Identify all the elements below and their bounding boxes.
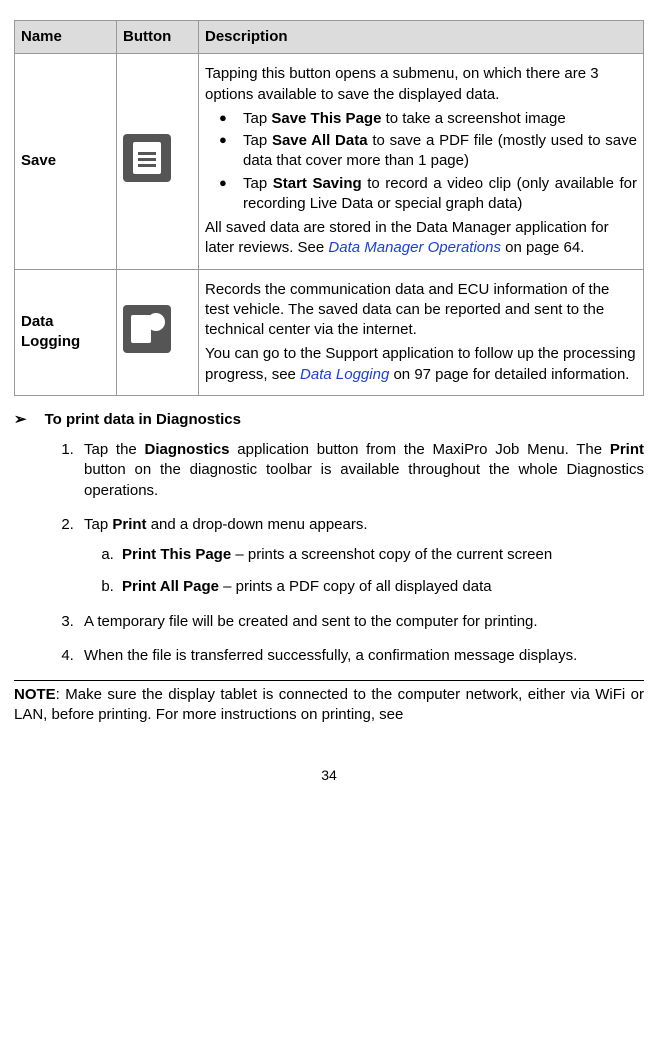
- divider: [14, 680, 644, 681]
- print-steps-list: Tap the Diagnostics application button f…: [14, 440, 644, 666]
- list-item: Tap Save All Data to save a PDF file (mo…: [205, 131, 637, 172]
- data-logging-icon: [123, 305, 171, 353]
- row-name-save: Save: [15, 54, 117, 269]
- page-number: 34: [14, 766, 644, 785]
- data-logging-p1: Records the communication data and ECU i…: [205, 280, 637, 341]
- row-button-data-logging: [117, 269, 199, 395]
- data-logging-p2: You can go to the Support application to…: [205, 344, 637, 385]
- table-row: Data Logging Records the communication d…: [15, 269, 644, 395]
- link-data-manager-operations[interactable]: Data Manager Operations: [328, 239, 501, 256]
- row-desc-save: Tapping this button opens a submenu, on …: [199, 54, 644, 269]
- start-saving-bold: Start Saving: [273, 175, 362, 192]
- row-button-save: [117, 54, 199, 269]
- sub-step-b: Print All Page – prints a PDF copy of al…: [118, 577, 644, 597]
- chevron-right-icon: ➢: [14, 411, 27, 428]
- col-header-name: Name: [15, 21, 117, 54]
- table-row: Save Tapping this button opens a submenu…: [15, 54, 644, 269]
- step-2: Tap Print and a drop-down menu appears. …: [78, 515, 644, 598]
- list-item: Tap Start Saving to record a video clip …: [205, 174, 637, 215]
- sub-step-a: Print This Page – prints a screenshot co…: [118, 545, 644, 565]
- save-this-page-bold: Save This Page: [271, 110, 381, 127]
- col-header-button: Button: [117, 21, 199, 54]
- step-4: When the file is transferred successfull…: [78, 646, 644, 666]
- section-heading-print: ➢To print data in Diagnostics: [14, 410, 644, 430]
- row-desc-data-logging: Records the communication data and ECU i…: [199, 269, 644, 395]
- print-sub-steps: Print This Page – prints a screenshot co…: [84, 545, 644, 598]
- save-options-list: Tap Save This Page to take a screenshot …: [205, 109, 637, 214]
- step-1: Tap the Diagnostics application button f…: [78, 440, 644, 501]
- save-outro: All saved data are stored in the Data Ma…: [205, 218, 637, 259]
- note-text: NOTE: Make sure the display tablet is co…: [14, 685, 644, 726]
- list-item: Tap Save This Page to take a screenshot …: [205, 109, 637, 129]
- save-intro: Tapping this button opens a submenu, on …: [205, 64, 637, 105]
- link-data-logging[interactable]: Data Logging: [300, 366, 389, 383]
- row-name-data-logging: Data Logging: [15, 269, 117, 395]
- col-header-description: Description: [199, 21, 644, 54]
- save-this-page-rest: to take a screenshot image: [381, 110, 565, 127]
- step-3: A temporary file will be created and sen…: [78, 612, 644, 632]
- buttons-table: Name Button Description Save Tapping thi…: [14, 20, 644, 396]
- save-icon: [123, 134, 171, 182]
- save-all-data-bold: Save All Data: [272, 132, 368, 149]
